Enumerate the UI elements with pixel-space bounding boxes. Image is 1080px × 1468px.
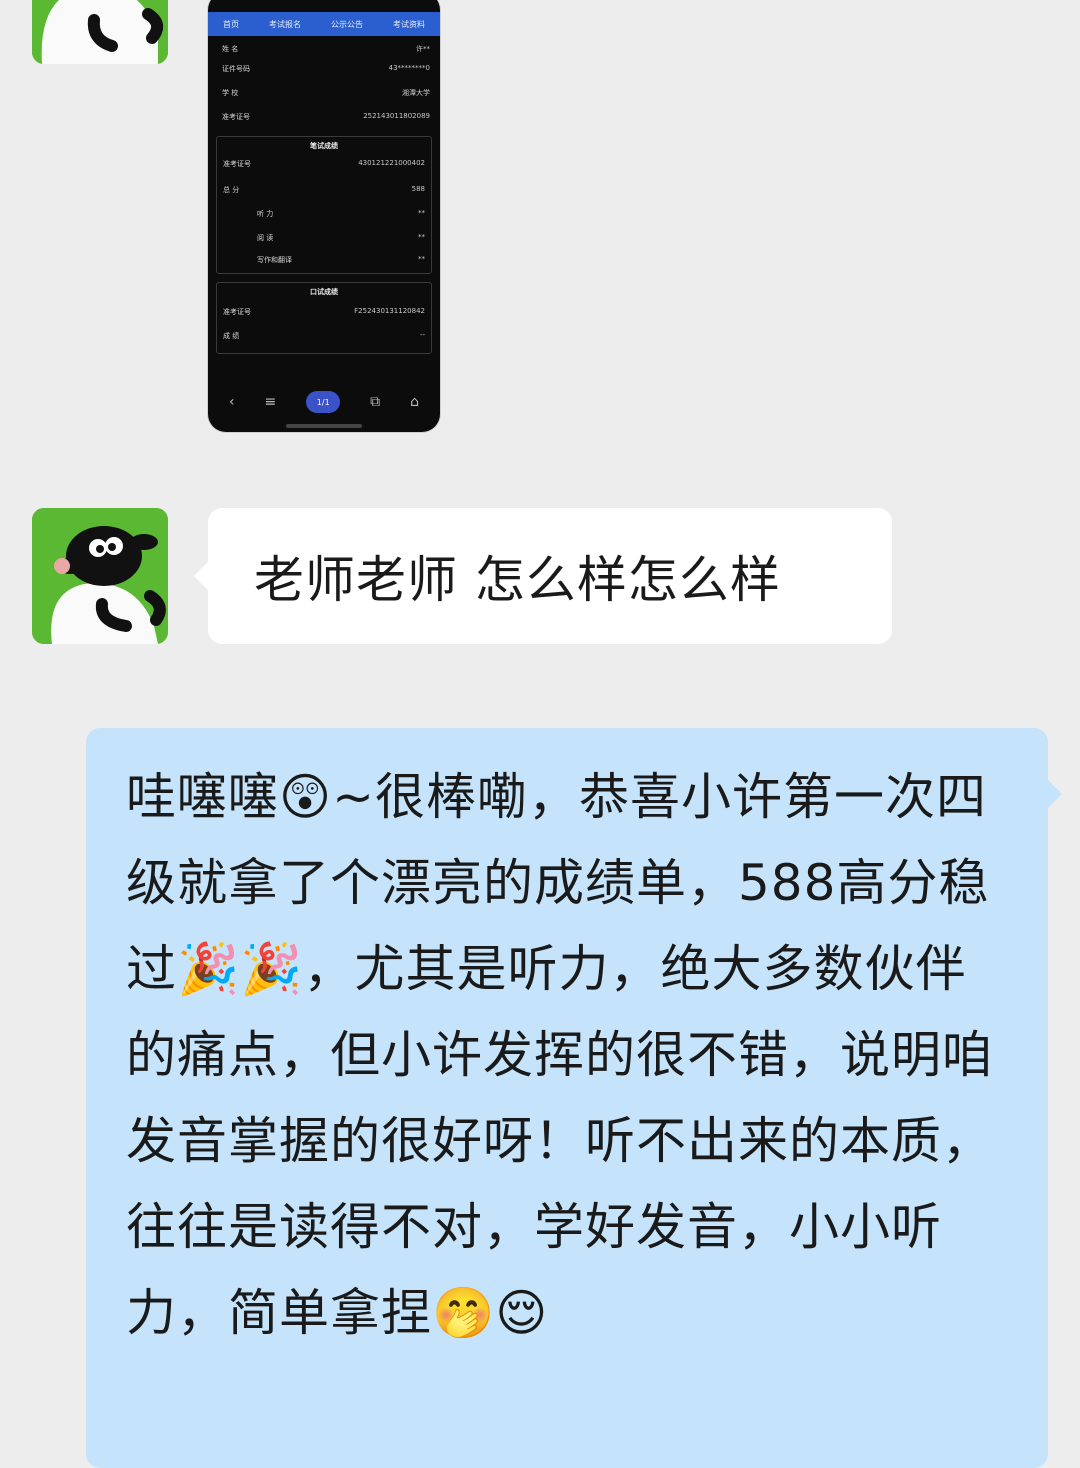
- back-icon[interactable]: ‹: [229, 394, 235, 410]
- menu-icon[interactable]: ≡: [265, 394, 277, 410]
- score-row: 成 绩 --: [223, 331, 425, 340]
- info-row: 证件号码 43********0: [222, 64, 430, 73]
- sheep-avatar-icon: [32, 0, 168, 64]
- info-row: 姓 名 许**: [222, 45, 430, 53]
- home-icon[interactable]: ⌂: [410, 394, 419, 410]
- score-row: 准考证号 F252430131120842: [223, 307, 425, 316]
- written-score-box: 笔试成绩 准考证号 430121221000402 总 分 588 听 力 **…: [216, 136, 432, 274]
- sheep-avatar-icon: [32, 508, 168, 644]
- score-row: 总 分 588: [223, 185, 425, 194]
- score-row: 阅 读 **: [257, 233, 425, 242]
- message-text: 老师老师 怎么样怎么样: [254, 551, 781, 609]
- browser-bottom-bar: ‹ ≡ 1/1 ⧉ ⌂: [208, 372, 440, 432]
- nav-tab: 公示公告: [331, 19, 363, 29]
- avatar[interactable]: [32, 508, 168, 644]
- score-row: 写作和翻译 **: [257, 255, 425, 264]
- report-nav-bar: 首页 考试报名 公示公告 考试资料: [208, 12, 440, 36]
- message-text: 哇噻噻😲~很棒嘞，恭喜小许第一次四级就拿了个漂亮的成绩单，588高分稳过🎉🎉，尤…: [126, 768, 993, 1342]
- info-row: 准考证号 252143011802089: [222, 112, 430, 121]
- nav-tab: 考试资料: [393, 19, 425, 29]
- avatar[interactable]: [32, 0, 168, 64]
- nav-tab: 首页: [223, 19, 239, 29]
- tabs-icon[interactable]: ⧉: [370, 394, 380, 410]
- tabs-count-button[interactable]: 1/1: [306, 391, 341, 413]
- nav-tab: 考试报名: [269, 19, 301, 29]
- teacher-message-bubble[interactable]: 哇噻噻😲~很棒嘞，恭喜小许第一次四级就拿了个漂亮的成绩单，588高分稳过🎉🎉，尤…: [86, 728, 1062, 1468]
- section-title: 笔试成绩: [310, 142, 338, 150]
- student-message-bubble[interactable]: 老师老师 怎么样怎么样: [194, 508, 892, 644]
- score-row: 听 力 **: [257, 209, 425, 218]
- home-indicator: [286, 424, 362, 428]
- info-row: 学 校 湘潭大学: [222, 89, 430, 97]
- section-title: 口试成绩: [310, 288, 338, 296]
- score-report-image[interactable]: 首页 考试报名 公示公告 考试资料 姓 名 许** 证件号码 43*******…: [208, 0, 440, 432]
- score-row: 准考证号 430121221000402: [223, 159, 425, 168]
- oral-score-box: 口试成绩 准考证号 F252430131120842 成 绩 --: [216, 282, 432, 354]
